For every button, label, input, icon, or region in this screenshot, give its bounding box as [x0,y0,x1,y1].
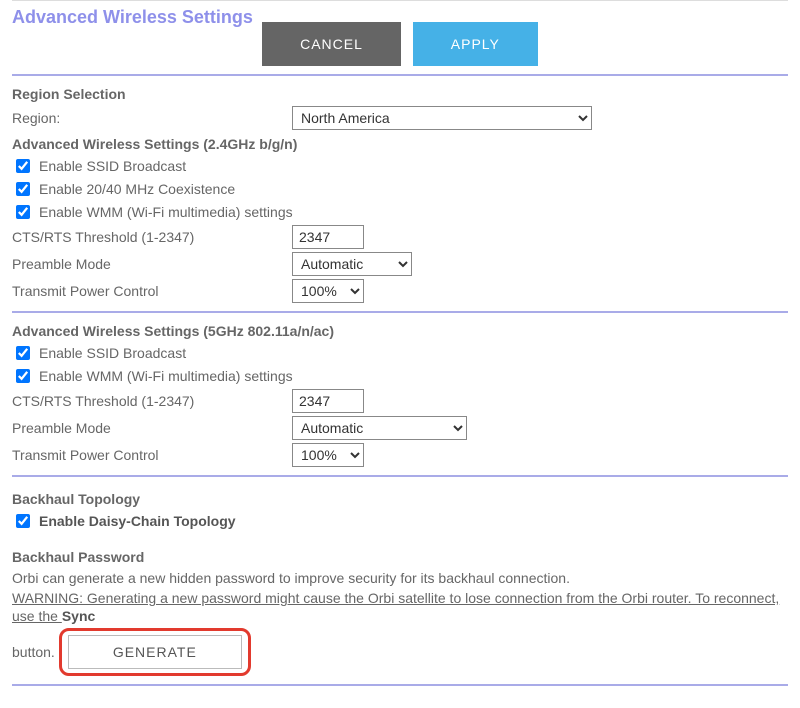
generate-highlight-box: GENERATE [59,628,251,676]
band24-tx-label: Transmit Power Control [12,283,292,299]
band24-cts-input[interactable] [292,225,364,249]
generate-button[interactable]: GENERATE [68,635,242,669]
band24-ssid-label: Enable SSID Broadcast [39,158,186,174]
band5-preamble-select[interactable]: Automatic [292,416,467,440]
band24-tx-select[interactable]: 100% [292,279,364,303]
backhaul-warning-text: WARNING: Generating a new password might… [12,590,779,624]
divider [12,475,788,477]
backhaul-password-warning: WARNING: Generating a new password might… [12,589,788,625]
daisy-chain-label: Enable Daisy-Chain Topology [39,513,236,529]
band5-wmm-checkbox[interactable] [16,369,30,383]
band5-tx-select[interactable]: 100% [292,443,364,467]
region-label: Region: [12,110,292,126]
backhaul-password-heading: Backhaul Password [12,549,788,565]
band5-tx-label: Transmit Power Control [12,447,292,463]
action-button-row: CANCEL APPLY [12,22,788,66]
band24-ssid-checkbox[interactable] [16,159,30,173]
band24-wmm-checkbox[interactable] [16,205,30,219]
divider [12,311,788,313]
band5-cts-label: CTS/RTS Threshold (1-2347) [12,393,292,409]
band5-cts-input[interactable] [292,389,364,413]
button-word: button. [12,644,55,660]
band5-wmm-label: Enable WMM (Wi-Fi multimedia) settings [39,368,293,384]
band5-preamble-label: Preamble Mode [12,420,292,436]
band24-wmm-label: Enable WMM (Wi-Fi multimedia) settings [39,204,293,220]
daisy-chain-checkbox[interactable] [16,514,30,528]
band24-preamble-select[interactable]: Automatic [292,252,412,276]
band24-heading: Advanced Wireless Settings (2.4GHz b/g/n… [12,136,788,152]
band24-coex-label: Enable 20/40 MHz Coexistence [39,181,235,197]
backhaul-password-desc: Orbi can generate a new hidden password … [12,569,788,587]
cancel-button[interactable]: CANCEL [262,22,401,66]
band24-coex-checkbox[interactable] [16,182,30,196]
band5-heading: Advanced Wireless Settings (5GHz 802.11a… [12,323,788,339]
apply-button[interactable]: APPLY [413,22,538,66]
divider [12,684,788,686]
band24-preamble-label: Preamble Mode [12,256,292,272]
region-select[interactable]: North America [292,106,592,130]
backhaul-topology-heading: Backhaul Topology [12,491,788,507]
band5-ssid-label: Enable SSID Broadcast [39,345,186,361]
band5-ssid-checkbox[interactable] [16,346,30,360]
band24-cts-label: CTS/RTS Threshold (1-2347) [12,229,292,245]
sync-word: Sync [62,608,95,624]
region-section-heading: Region Selection [12,86,788,102]
divider [12,74,788,76]
